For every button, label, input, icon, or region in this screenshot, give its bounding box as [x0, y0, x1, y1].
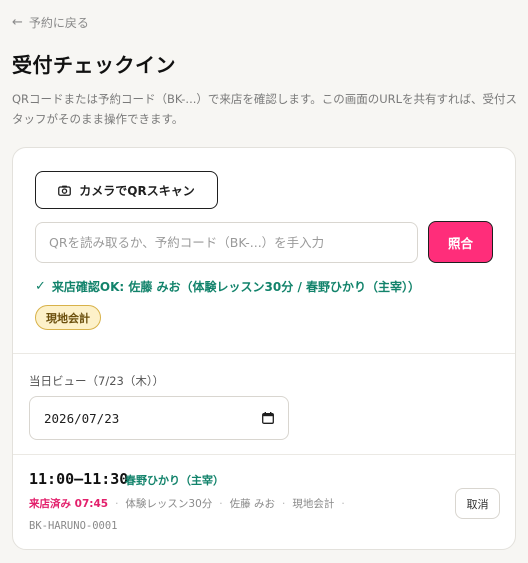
check-icon: ✓ — [35, 279, 46, 294]
booking-code-input[interactable] — [35, 222, 418, 263]
booking-time: 11:00–11:30 — [29, 470, 129, 488]
booking-checked-in: 来店済み 07:45 — [29, 498, 109, 510]
camera-scan-label: カメラでQRスキャン — [79, 183, 195, 198]
booking-staff: 春野ひかり（主宰） — [125, 474, 224, 487]
date-picker[interactable]: 2026/07/23 — [29, 396, 289, 440]
booking-service: 体験レッスン30分 — [125, 498, 213, 510]
meta-separator: · — [281, 497, 286, 510]
booking-code: BK-HARUNO-0001 — [29, 520, 118, 532]
checkin-card: カメラでQRスキャン 照合 ✓ 来店確認OK: 佐藤 みお（体験レッスン30分 … — [12, 147, 516, 550]
divider — [13, 353, 515, 354]
page-title: 受付チェックイン — [12, 53, 176, 77]
cancel-booking-button[interactable]: 取消 — [455, 488, 500, 519]
payment-badge: 現地会計 — [35, 305, 101, 330]
booking-customer: 佐藤 みお — [229, 498, 275, 510]
booking-payment: 現地会計 — [292, 498, 335, 510]
camera-scan-button[interactable]: カメラでQRスキャン — [35, 171, 218, 209]
camera-icon — [58, 185, 72, 196]
meta-separator: · — [219, 497, 223, 510]
checkin-page: ← 予約に戻る 受付チェックイン QRコードまたは予約コード（BK-...）で来… — [0, 0, 528, 563]
date-picker-value: 2026/07/23 — [44, 410, 120, 426]
back-link-label: 予約に戻る — [28, 16, 89, 30]
divider — [13, 454, 515, 455]
verify-button[interactable]: 照合 — [428, 221, 493, 263]
arrow-left-icon: ← — [12, 15, 23, 30]
meta-separator: · — [341, 497, 345, 510]
checkin-status: ✓ 来店確認OK: 佐藤 みお（体験レッスン30分 / 春野ひかり（主宰）） — [35, 278, 420, 295]
back-link[interactable]: ← 予約に戻る — [12, 14, 89, 31]
day-view-label: 当日ビュー（7/23（木）） — [29, 374, 165, 388]
calendar-icon[interactable] — [262, 412, 274, 424]
meta-separator: · — [115, 497, 119, 510]
page-description: QRコードまたは予約コード（BK-...）で来店を確認します。この画面のURLを… — [12, 92, 518, 126]
booking-meta: 来店済み 07:45 · 体験レッスン30分 · 佐藤 みお · 現地会計 · — [29, 496, 345, 511]
checkin-status-text: 来店確認OK: 佐藤 みお（体験レッスン30分 / 春野ひかり（主宰）） — [51, 280, 421, 294]
